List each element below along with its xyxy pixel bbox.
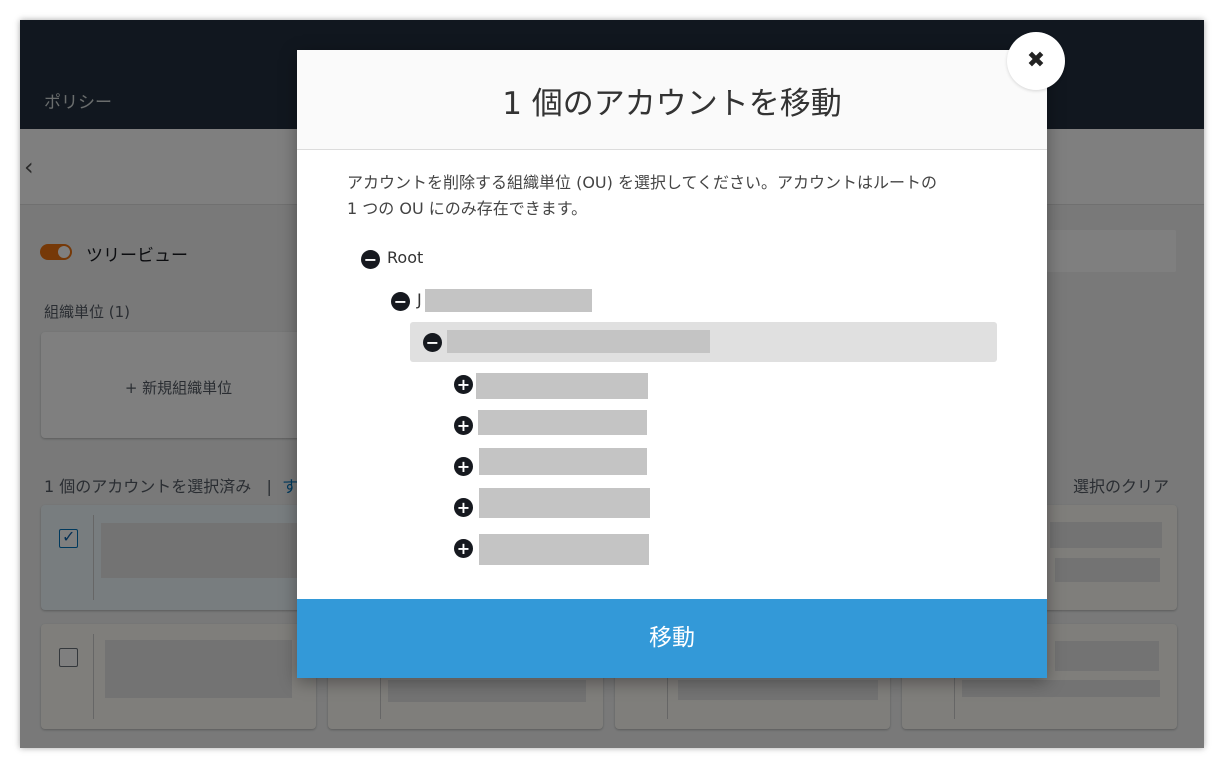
redacted-ou-name	[447, 330, 710, 353]
plus-circle-icon[interactable]: +	[454, 498, 473, 517]
close-icon[interactable]: ✖	[1007, 32, 1065, 90]
tree-node-label: J	[417, 290, 422, 309]
plus-circle-icon[interactable]: +	[454, 416, 473, 435]
minus-circle-icon[interactable]: −	[391, 292, 410, 311]
description-line-1: アカウントを削除する組織単位 (OU) を選択してください。アカウントはルートの	[347, 173, 938, 192]
modal-title: 1 個のアカウントを移動	[502, 86, 842, 122]
plus-circle-icon[interactable]: +	[454, 539, 473, 558]
modal-overlay: 1 個のアカウントを移動 アカウントを削除する組織単位 (OU) を選択してくだ…	[0, 0, 1224, 769]
redacted-ou-name	[476, 373, 648, 399]
modal-description: アカウントを削除する組織単位 (OU) を選択してください。アカウントはルートの…	[347, 170, 1007, 222]
minus-circle-icon[interactable]: −	[361, 250, 380, 269]
plus-circle-icon[interactable]: +	[454, 375, 473, 394]
plus-circle-icon[interactable]: +	[454, 457, 473, 476]
description-line-2: 1 つの OU にのみ存在できます。	[347, 199, 588, 218]
minus-circle-icon[interactable]: −	[423, 333, 442, 352]
tree-node-label: Root	[387, 248, 424, 267]
redacted-ou-name	[479, 534, 649, 565]
move-account-modal: 1 個のアカウントを移動 アカウントを削除する組織単位 (OU) を選択してくだ…	[297, 50, 1047, 678]
modal-header: 1 個のアカウントを移動	[297, 50, 1047, 150]
redacted-ou-name	[479, 448, 647, 475]
move-button[interactable]: 移動	[297, 599, 1047, 678]
redacted-ou-name	[478, 410, 647, 435]
redacted-ou-name	[479, 488, 650, 518]
redacted-ou-name	[425, 289, 592, 312]
